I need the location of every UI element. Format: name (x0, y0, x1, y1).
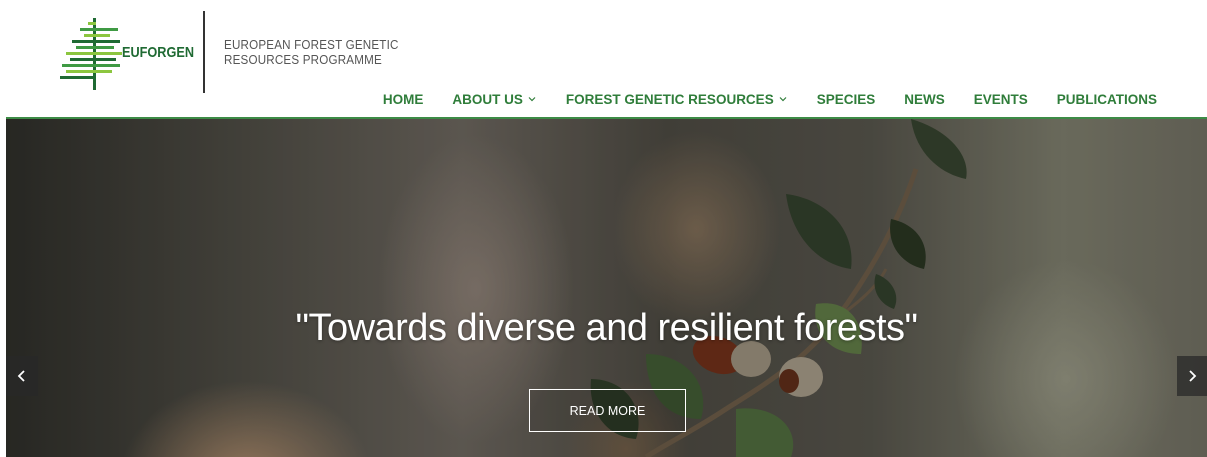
nav-species[interactable]: SPECIES (817, 92, 876, 107)
hero-slider: "Towards diverse and resilient forests" … (6, 119, 1207, 457)
nav-publications-label: PUBLICATIONS (1056, 91, 1157, 107)
nav-about-us-label: ABOUT US (452, 91, 523, 107)
nav-news-label: NEWS (904, 91, 945, 107)
nav-forest-genetic-resources-label: FOREST GENETIC RESOURCES (565, 91, 774, 107)
nav-events-label: EVENTS (973, 91, 1028, 107)
chevron-left-icon (17, 370, 25, 382)
read-more-button[interactable]: READ MORE (529, 389, 686, 432)
chevron-right-icon (1189, 370, 1197, 382)
nav-species-label: SPECIES (816, 91, 876, 107)
nav-home-label: HOME (382, 91, 424, 107)
main-nav: HOME ABOUT US FOREST GENETIC RESOURCES S… (383, 88, 1157, 110)
site-header: EUFORGEN EUROPEAN FOREST GENETIC RESOURC… (0, 0, 1207, 118)
euforgen-logo[interactable]: EUFORGEN (58, 16, 198, 92)
tagline-line-1: EUROPEAN FOREST GENETIC (224, 38, 399, 52)
chevron-down-icon (528, 97, 536, 102)
tagline-line-2: RESOURCES PROGRAMME (224, 53, 382, 67)
nav-news[interactable]: NEWS (904, 92, 945, 107)
nav-forest-genetic-resources[interactable]: FOREST GENETIC RESOURCES (566, 92, 788, 107)
logo-text: EUFORGEN (122, 44, 194, 61)
nav-publications[interactable]: PUBLICATIONS (1057, 92, 1157, 107)
nav-about-us[interactable]: ABOUT US (452, 92, 537, 107)
brand-tagline: EUROPEAN FOREST GENETIC RESOURCES PROGRA… (224, 38, 399, 68)
nav-events[interactable]: EVENTS (974, 92, 1028, 107)
logo-divider (203, 11, 205, 93)
slider-prev-button[interactable] (6, 356, 38, 396)
nav-home[interactable]: HOME (383, 92, 424, 107)
chevron-down-icon (779, 97, 787, 102)
slider-next-button[interactable] (1177, 356, 1207, 396)
slide-title: "Towards diverse and resilient forests" (295, 307, 918, 349)
